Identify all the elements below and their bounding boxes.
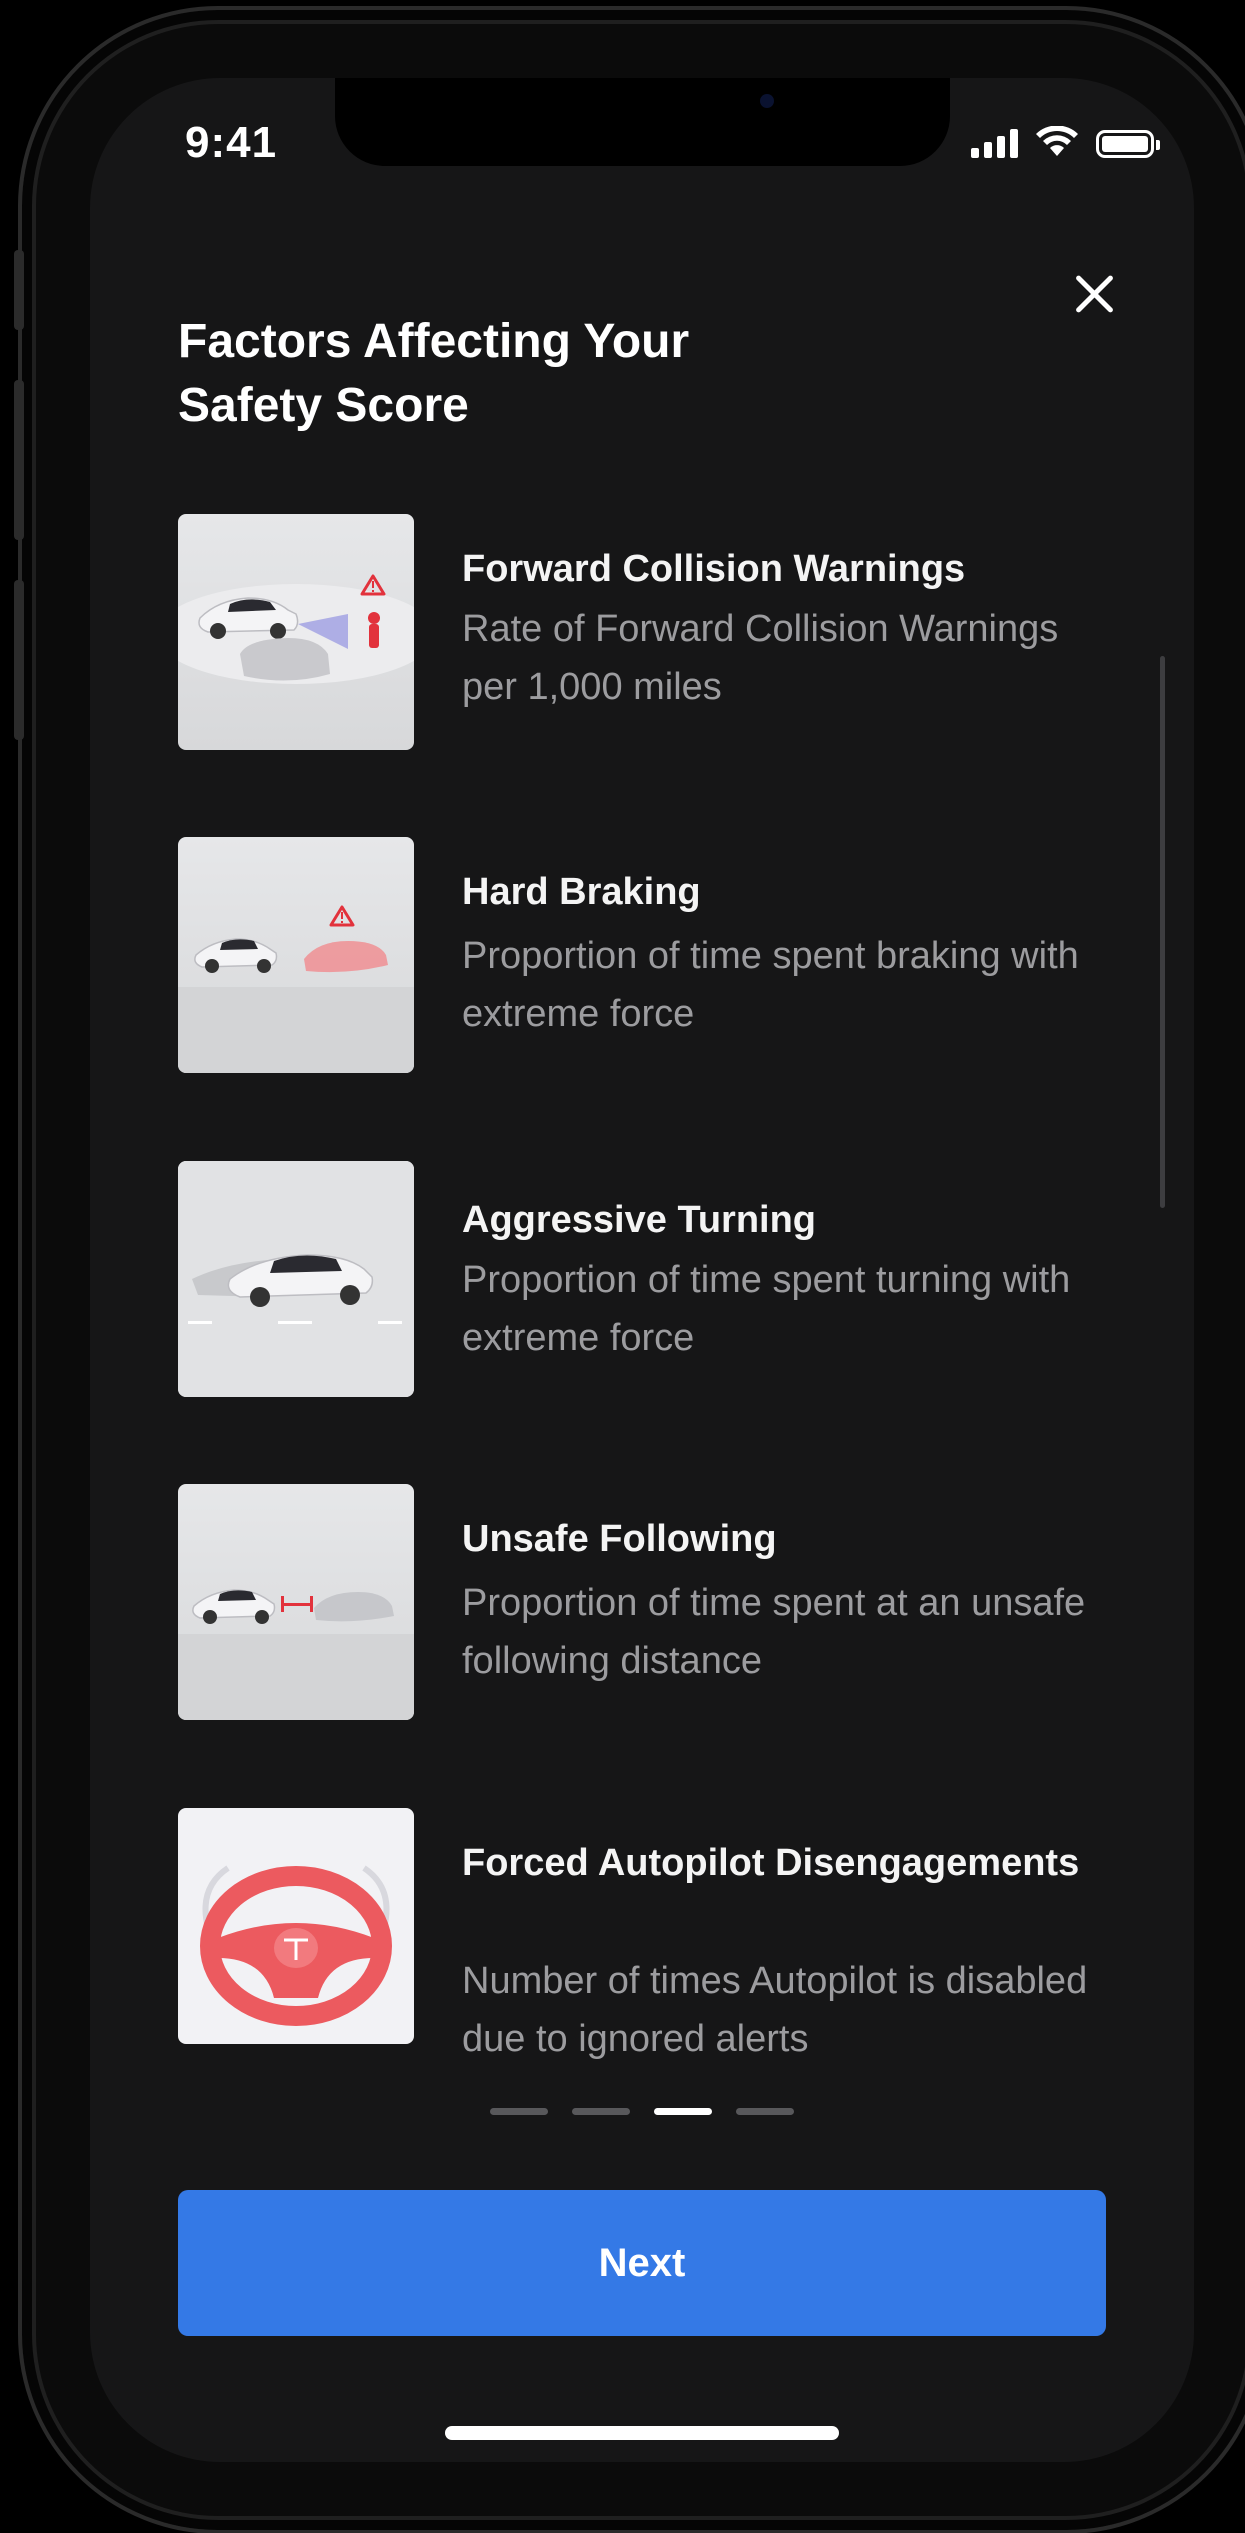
factor-hard-braking: Hard Braking Proportion of time spent br… [178,837,1138,1073]
factor-unsafe-following: Unsafe Following Proportion of time spen… [178,1484,1138,1720]
factor-title: Unsafe Following [462,1518,777,1560]
factor-aggressive-turning: Aggressive Turning Proportion of time sp… [178,1161,1138,1397]
camera-notch [335,78,950,166]
close-icon[interactable] [1066,266,1122,322]
volume-up-button [14,380,24,540]
factor-title: Aggressive Turning [462,1199,817,1241]
app-screen: 9:41 Factors Affecting Your Safety Score [90,78,1194,2462]
factor-title: Hard Braking [462,871,701,913]
factor-description: Rate of Forward Collision Warnings per 1… [462,608,1059,708]
page-dot[interactable] [572,2108,630,2115]
factors-list[interactable]: Forward Collision Warnings Rate of Forwa… [178,514,1178,2096]
cellular-signal-icon [971,128,1018,158]
next-button[interactable]: Next [178,2190,1106,2336]
factor-description: Proportion of time spent turning with ex… [462,1259,1071,1359]
factor-title: Forced Autopilot Disengagements [462,1842,1080,1884]
wifi-icon [1036,126,1078,156]
page-dot[interactable] [736,2108,794,2115]
mute-switch [14,250,24,330]
status-icons [971,126,1160,158]
home-indicator[interactable] [445,2426,839,2440]
factor-description: Proportion of time spent at an unsafe fo… [462,1582,1086,1682]
device-stage: 9:41 Factors Affecting Your Safety Score [0,0,1245,2533]
list-scrollbar[interactable] [1160,656,1165,1208]
page-indicator [490,2108,794,2115]
steering-wheel-illustration [178,1808,414,2044]
aggressive-turning-illustration [178,1161,414,1397]
unsafe-following-illustration [178,1484,414,1720]
factor-forced-autopilot-disengagements: Forced Autopilot Disengagements Number o… [178,1808,1138,2060]
page-title: Factors Affecting Your Safety Score [178,315,690,432]
factor-title: Forward Collision Warnings [462,548,966,590]
factor-description: Number of times Autopilot is disabled du… [462,1960,1088,2060]
battery-icon [1096,130,1160,158]
factor-forward-collision: Forward Collision Warnings Rate of Forwa… [178,514,1138,750]
hard-braking-illustration [178,837,414,1073]
factor-description: Proportion of time spent braking with ex… [462,935,1079,1035]
volume-down-button [14,580,24,740]
forward-collision-illustration [178,514,414,750]
status-time: 9:41 [185,118,278,167]
page-dot[interactable] [654,2108,712,2115]
page-dot[interactable] [490,2108,548,2115]
